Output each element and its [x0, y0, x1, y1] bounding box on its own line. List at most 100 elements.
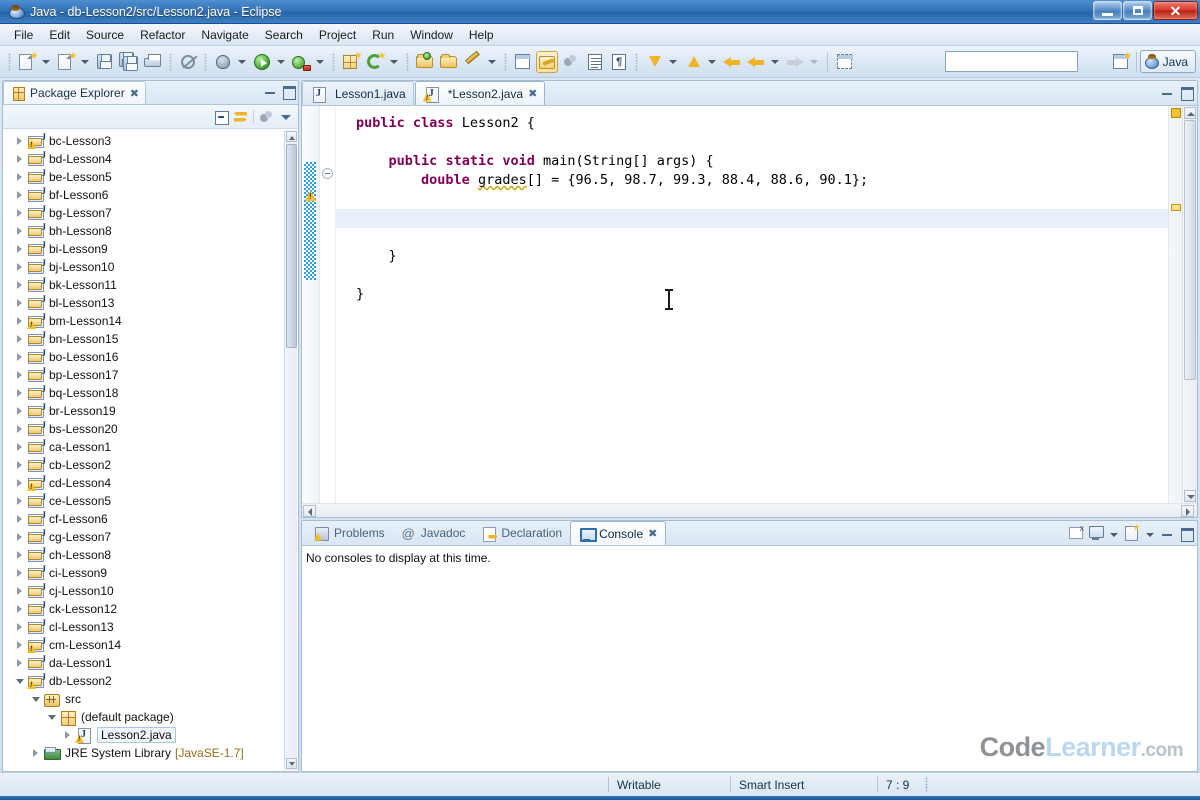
new-annotation-dropdown-icon[interactable]: [387, 51, 400, 73]
expand-twisty-icon[interactable]: [13, 276, 27, 294]
search-icon[interactable]: [462, 51, 484, 73]
menu-search[interactable]: Search: [257, 26, 311, 44]
run-dropdown-icon[interactable]: [274, 51, 287, 73]
previous-annotation-dropdown-icon[interactable]: [705, 51, 718, 73]
maximize-button[interactable]: [1123, 1, 1152, 20]
tree-item-jre-system-library[interactable]: JRE System Library[JavaSE-1.7]: [3, 744, 298, 762]
minimize-view-icon[interactable]: [1159, 84, 1175, 100]
tree-item-bf-lesson6[interactable]: bf-Lesson6: [3, 186, 298, 204]
expand-twisty-icon[interactable]: [13, 168, 27, 186]
link-with-editor-icon[interactable]: [560, 51, 582, 73]
expand-twisty-icon[interactable]: [13, 618, 27, 636]
editor-tab-lesson1java[interactable]: Lesson1.java: [302, 81, 414, 105]
editor-horizontal-scrollbar[interactable]: [302, 503, 1197, 517]
skip-breakpoints-icon[interactable]: [177, 51, 199, 73]
show-whitespace-icon[interactable]: [584, 51, 606, 73]
status-resize-grip[interactable]: [925, 777, 928, 792]
tree-item-bd-lesson4[interactable]: bd-Lesson4: [3, 150, 298, 168]
code-line-4[interactable]: double grades[] = {96.5, 98.7, 99.3, 88.…: [336, 171, 1168, 190]
open-console-icon[interactable]: [1123, 524, 1140, 541]
menu-help[interactable]: Help: [461, 26, 502, 44]
scroll-right-icon[interactable]: [1181, 505, 1194, 517]
expand-twisty-icon[interactable]: [13, 492, 27, 510]
code-line-3[interactable]: public static void main(String[] args) {: [336, 152, 1168, 171]
tree-item-ci-lesson9[interactable]: ci-Lesson9: [3, 564, 298, 582]
toggle-mark-occurrences-icon[interactable]: [536, 51, 558, 73]
toolbar-grip-4[interactable]: [332, 53, 335, 71]
menu-refactor[interactable]: Refactor: [132, 26, 193, 44]
expand-twisty-icon[interactable]: [13, 204, 27, 222]
expand-twisty-icon[interactable]: [13, 438, 27, 456]
menu-project[interactable]: Project: [311, 26, 364, 44]
run-coverage-dropdown-icon[interactable]: [313, 51, 326, 73]
expand-twisty-icon[interactable]: [13, 636, 27, 654]
tree-item-ch-lesson8[interactable]: ch-Lesson8: [3, 546, 298, 564]
open-perspective-button[interactable]: [1110, 51, 1132, 73]
view-menu-icon[interactable]: [278, 109, 294, 125]
fold-collapse-icon[interactable]: [322, 168, 333, 179]
toolbar-grip-6[interactable]: [504, 53, 507, 71]
tree-item-bh-lesson8[interactable]: bh-Lesson8: [3, 222, 298, 240]
next-annotation-icon[interactable]: [643, 51, 665, 73]
previous-annotation-icon[interactable]: [682, 51, 704, 73]
editor-folding-ruler[interactable]: [320, 106, 336, 503]
expand-twisty-icon[interactable]: [13, 150, 27, 168]
expand-twisty-icon[interactable]: [13, 582, 27, 600]
tree-item-bs-lesson20[interactable]: bs-Lesson20: [3, 420, 298, 438]
tree-item-bl-lesson13[interactable]: bl-Lesson13: [3, 294, 298, 312]
code-line-2[interactable]: [336, 133, 1168, 152]
tree-item-cj-lesson10[interactable]: cj-Lesson10: [3, 582, 298, 600]
debug-icon[interactable]: [212, 51, 234, 73]
tree-item-ck-lesson12[interactable]: ck-Lesson12: [3, 600, 298, 618]
debug-dropdown-icon[interactable]: [235, 51, 248, 73]
open-task-icon[interactable]: [438, 51, 460, 73]
save-icon[interactable]: [94, 51, 116, 73]
print-icon[interactable]: [142, 51, 164, 73]
view-filters-icon[interactable]: [258, 109, 274, 125]
tree-item-br-lesson19[interactable]: br-Lesson19: [3, 402, 298, 420]
editor-vertical-scrollbar[interactable]: [1182, 106, 1197, 503]
pin-editor-icon[interactable]: [834, 51, 856, 73]
collapse-twisty-icon[interactable]: [13, 672, 27, 690]
expand-twisty-icon[interactable]: [13, 240, 27, 258]
expand-twisty-icon[interactable]: [13, 330, 27, 348]
editor-tab-lesson2java[interactable]: *Lesson2.java✖: [415, 81, 546, 105]
minimize-view-icon[interactable]: [1159, 525, 1175, 541]
perspective-java-button[interactable]: Java: [1140, 50, 1196, 73]
clear-console-icon[interactable]: [1067, 524, 1084, 541]
tree-scroll-thumb[interactable]: [286, 144, 297, 348]
code-line-8[interactable]: }: [336, 247, 1168, 266]
scroll-left-icon[interactable]: [303, 505, 316, 517]
toolbar-grip-2[interactable]: [169, 53, 172, 71]
expand-twisty-icon[interactable]: [13, 348, 27, 366]
tree-item-cf-lesson6[interactable]: cf-Lesson6: [3, 510, 298, 528]
minimize-button[interactable]: [1093, 1, 1122, 20]
tree-item-be-lesson5[interactable]: be-Lesson5: [3, 168, 298, 186]
back-icon[interactable]: [745, 51, 767, 73]
expand-twisty-icon[interactable]: [13, 474, 27, 492]
expand-twisty-icon[interactable]: [29, 744, 43, 762]
tree-item-da-lesson1[interactable]: da-Lesson1: [3, 654, 298, 672]
new-java-class-icon[interactable]: [340, 51, 362, 73]
forward-dropdown-icon[interactable]: [807, 51, 820, 73]
tree-item-cd-lesson4[interactable]: cd-Lesson4: [3, 474, 298, 492]
tree-item-bn-lesson15[interactable]: bn-Lesson15: [3, 330, 298, 348]
code-line-5[interactable]: [336, 190, 1168, 209]
tree-item-default-package[interactable]: (default package): [3, 708, 298, 726]
next-annotation-dropdown-icon[interactable]: [666, 51, 679, 73]
scroll-up-icon[interactable]: [1184, 107, 1196, 119]
console-tab-javadoc[interactable]: @Javadoc: [393, 521, 474, 545]
tree-item-bi-lesson9[interactable]: bi-Lesson9: [3, 240, 298, 258]
console-dropdown-icon[interactable]: [1107, 524, 1118, 541]
code-line-6[interactable]: [336, 209, 1168, 228]
menu-navigate[interactable]: Navigate: [193, 26, 256, 44]
tree-item-bj-lesson10[interactable]: bj-Lesson10: [3, 258, 298, 276]
collapse-twisty-icon[interactable]: [29, 690, 43, 708]
link-with-editor-icon[interactable]: [233, 109, 249, 125]
menu-file[interactable]: File: [6, 26, 41, 44]
expand-twisty-icon[interactable]: [13, 546, 27, 564]
expand-twisty-icon[interactable]: [13, 654, 27, 672]
display-selected-console-icon[interactable]: [1087, 524, 1104, 541]
new-wizard-dropdown-icon[interactable]: [39, 51, 52, 73]
expand-twisty-icon[interactable]: [13, 366, 27, 384]
